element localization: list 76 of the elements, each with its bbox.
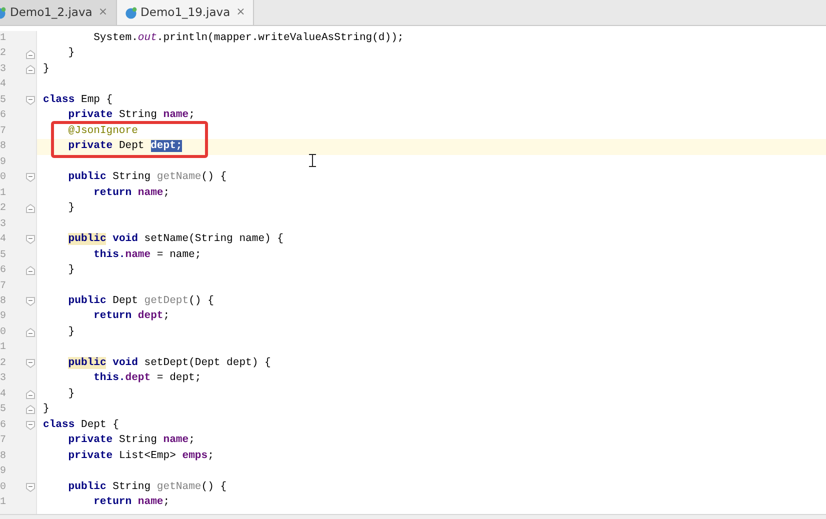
- fold-marker-icon[interactable]: [26, 50, 35, 59]
- line-number: 0: [0, 480, 8, 495]
- line-number: 5: [0, 94, 8, 108]
- line-number: 5: [0, 248, 8, 263]
- code-line: public void setDept(Dept dept) {: [67, 356, 272, 371]
- code-line: return name;: [92, 186, 171, 201]
- line-number: 9: [0, 310, 8, 324]
- line-number: 1: [0, 32, 8, 46]
- line-number: 2: [0, 202, 8, 216]
- fold-marker-icon[interactable]: [26, 405, 35, 414]
- fold-marker-icon[interactable]: [26, 173, 35, 182]
- line-number: 9: [0, 465, 8, 480]
- editor-tab[interactable]: Demo1_2.java ×: [0, 0, 117, 25]
- line-number: 8: [0, 294, 8, 309]
- line-number: 5: [0, 403, 8, 418]
- code-line: System.out.println(mapper.writeValueAsString(d));: [92, 31, 405, 46]
- line-number: 6: [0, 264, 8, 278]
- line-number: 7: [0, 280, 8, 294]
- fold-marker-icon[interactable]: [26, 65, 35, 74]
- code-line: this.name = name;: [92, 248, 202, 263]
- code-line: }: [67, 46, 76, 62]
- code-line: private List<Emp> emps;: [67, 448, 215, 464]
- fold-marker-icon[interactable]: [26, 96, 35, 106]
- line-number: 2: [0, 356, 8, 371]
- code-line: class Dept {: [42, 418, 120, 433]
- fold-marker-icon[interactable]: [26, 235, 35, 244]
- code-line: }: [42, 402, 50, 418]
- line-number: 7: [0, 434, 8, 448]
- class-file-icon: [124, 6, 137, 18]
- line-number: 1: [0, 496, 8, 510]
- code-line: private String name;: [67, 108, 196, 124]
- line-number: 0: [0, 171, 8, 186]
- line-number: 7: [0, 124, 8, 139]
- code-line: class Emp {: [42, 92, 114, 108]
- line-number: 6: [0, 418, 8, 433]
- code-line: }: [67, 386, 76, 402]
- line-number: 3: [0, 218, 8, 232]
- line-number: 4: [0, 233, 8, 248]
- fold-marker-icon[interactable]: [26, 266, 35, 276]
- line-number: 4: [0, 78, 8, 92]
- code-line: }: [67, 201, 76, 216]
- line-number: 1: [0, 341, 8, 356]
- text-cursor-icon: [309, 154, 316, 167]
- fold-marker-icon[interactable]: [26, 204, 35, 214]
- code-line: }: [67, 324, 76, 340]
- close-tab-button[interactable]: ×: [234, 4, 248, 21]
- code-line: }: [42, 62, 50, 77]
- code-line: }: [67, 263, 76, 278]
- fold-marker-icon[interactable]: [26, 390, 35, 400]
- line-number: 2: [0, 47, 8, 62]
- fold-marker-icon[interactable]: [26, 420, 35, 430]
- fold-marker-icon[interactable]: [26, 482, 35, 492]
- line-number: 8: [0, 450, 8, 464]
- tab-label: Demo1_19.java: [140, 4, 230, 21]
- editor-tab[interactable]: Demo1_19.java ×: [116, 0, 254, 25]
- line-number: 3: [0, 372, 8, 386]
- line-number: 0: [0, 326, 8, 340]
- fold-marker-icon[interactable]: [26, 328, 35, 338]
- code-line: public String getName() {: [67, 170, 228, 186]
- code-line: @JsonIgnore: [67, 124, 139, 139]
- fold-marker-icon[interactable]: [26, 297, 35, 306]
- code-line: public String getName() {: [67, 480, 228, 495]
- code-line: private String name;: [67, 433, 196, 448]
- code-line: public void setName(String name) {: [67, 232, 285, 248]
- tab-label: Demo1_2.java: [10, 4, 92, 21]
- line-number: 3: [0, 62, 8, 77]
- line-number: 4: [0, 388, 8, 402]
- code-line: return name;: [92, 495, 171, 510]
- line-number: 6: [0, 109, 8, 124]
- code-line: public Dept getDept() {: [67, 294, 215, 309]
- line-number: 8: [0, 140, 8, 154]
- fold-marker-icon[interactable]: [26, 359, 35, 368]
- code-line: return dept;: [92, 309, 171, 324]
- code-line: this.dept = dept;: [92, 371, 202, 386]
- line-number: 9: [0, 156, 8, 170]
- line-number: 1: [0, 186, 8, 201]
